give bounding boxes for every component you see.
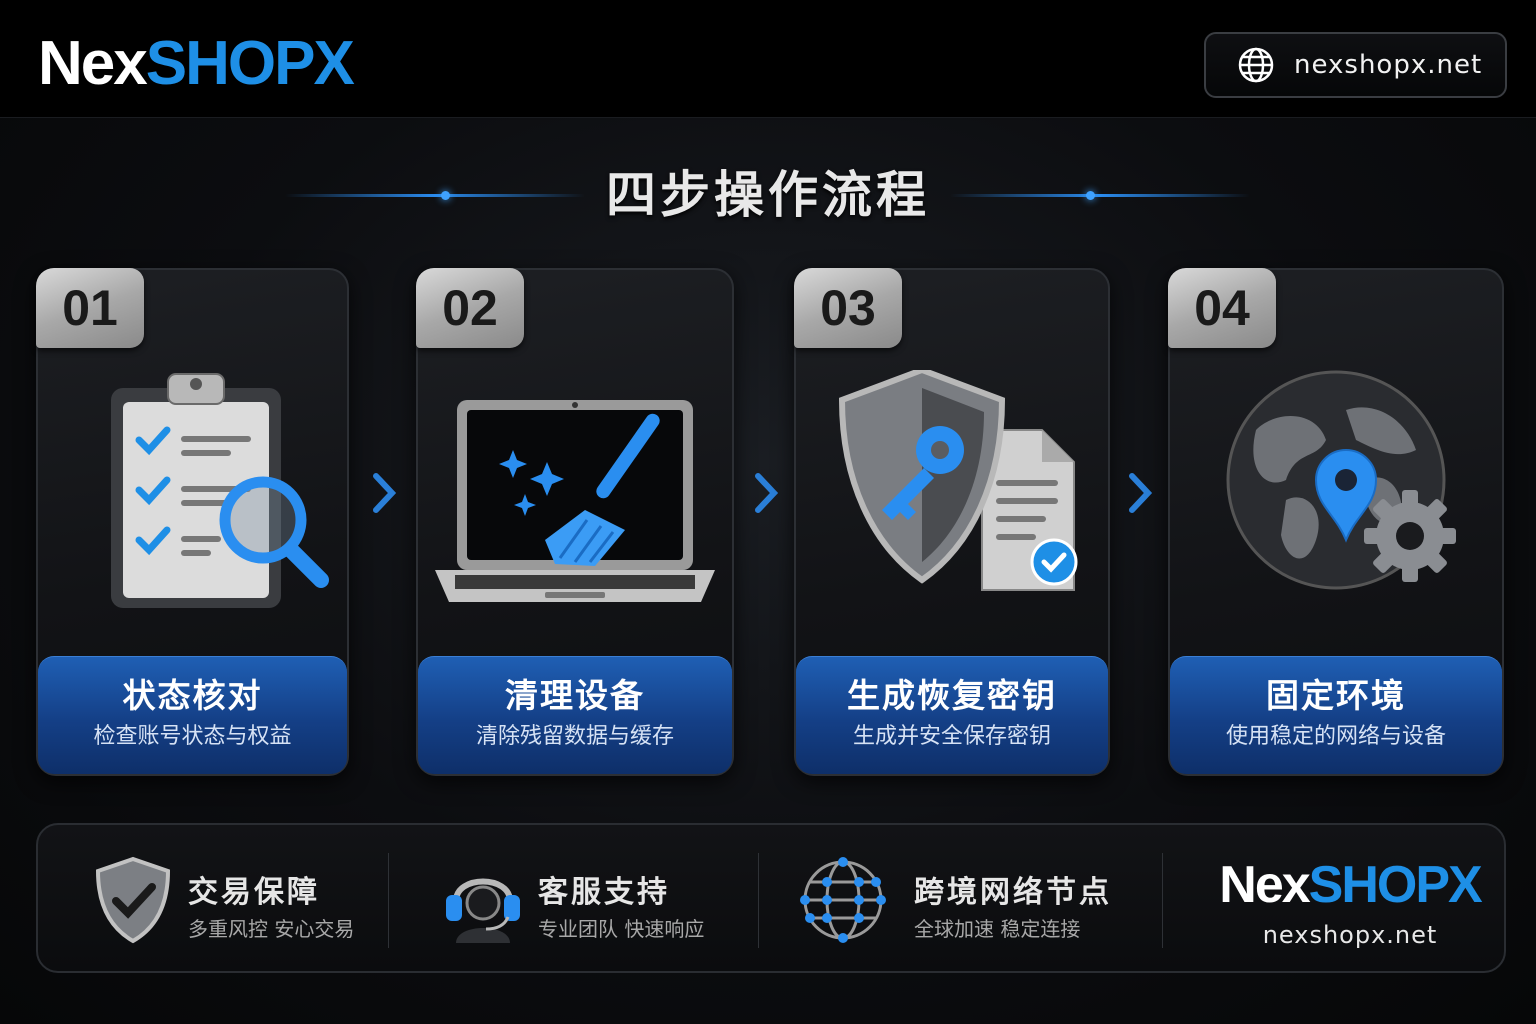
feature-subtitle: 多重风控 安心交易: [188, 917, 355, 941]
step-subtitle: 使用稳定的网络与设备: [1225, 724, 1446, 749]
divider: [758, 853, 759, 948]
page-title: 四步操作流程: [606, 166, 930, 224]
globe-pin-gear-icon: [1226, 370, 1456, 590]
feature-title: 跨境网络节点: [914, 875, 1112, 910]
feature-title: 交易保障: [188, 875, 320, 910]
feature-bar: 交易保障 多重风控 安心交易 客服支持 专业团队 快速响应 跨境网络节点 全球加…: [36, 823, 1506, 973]
step-number-badge: 01: [36, 268, 144, 348]
feature-item-trade[interactable]: 交易保障 多重风控 安心交易: [78, 825, 408, 975]
website-button[interactable]: nexshopx.net: [1204, 32, 1507, 98]
step-label: 状态核对 检查账号状态与权益: [38, 656, 347, 774]
feature-item-support[interactable]: 客服支持 专业团队 快速响应: [428, 825, 758, 975]
logo-text-shopx: SHOPX: [1308, 856, 1483, 914]
step-card-1[interactable]: 01 状态核对 检查账号状态与权益: [36, 268, 349, 776]
step-title: 清理设备: [505, 676, 645, 715]
feature-subtitle: 全球加速 稳定连接: [914, 917, 1081, 941]
network-globe-icon: [800, 857, 886, 943]
step-title: 生成恢复密钥: [847, 676, 1057, 715]
chevron-right-icon: [373, 473, 397, 513]
step-card-3[interactable]: 03 生成恢复密钥 生成并安全保存密钥: [794, 268, 1110, 776]
footer-brand-logo[interactable]: NexSHOPX: [1200, 855, 1500, 915]
step-number-badge: 02: [416, 268, 524, 348]
step-card-4[interactable]: 04 固定环境 使用稳定的网络与设备: [1168, 268, 1504, 776]
header: NexSHOPX nexshopx.net: [0, 0, 1536, 118]
brand-logo[interactable]: NexSHOPX: [38, 28, 355, 100]
shield-key-document-icon: [838, 370, 1078, 591]
step-label: 生成恢复密钥 生成并安全保存密钥: [796, 656, 1108, 774]
shield-check-icon: [95, 856, 171, 944]
laptop-broom-icon: [435, 400, 715, 602]
logo-text-nex: Nex: [1219, 856, 1310, 914]
chevron-right-icon: [1129, 473, 1153, 513]
divider: [388, 853, 389, 948]
divider: [1162, 853, 1163, 948]
step-subtitle: 检查账号状态与权益: [93, 724, 292, 749]
clipboard-checklist-magnifier-icon: [110, 373, 329, 608]
step-title: 状态核对: [122, 676, 263, 715]
headset-agent-icon: [446, 878, 520, 943]
step-number-badge: 04: [1168, 268, 1276, 348]
website-label: nexshopx.net: [1294, 50, 1483, 80]
logo-text-nex: Nex: [38, 29, 148, 98]
chevron-right-icon: [755, 473, 779, 513]
footer-website-link[interactable]: nexshopx.net: [1200, 921, 1500, 949]
feature-title: 客服支持: [538, 875, 670, 910]
step-label: 固定环境 使用稳定的网络与设备: [1170, 656, 1502, 774]
feature-subtitle: 专业团队 快速响应: [538, 917, 705, 941]
section-title-area: 四步操作流程: [0, 160, 1536, 230]
step-label: 清理设备 清除残留数据与缓存: [418, 656, 732, 774]
logo-text-shopx: SHOPX: [145, 29, 355, 98]
feature-item-network[interactable]: 跨境网络节点 全球加速 稳定连接: [798, 825, 1158, 975]
step-title: 固定环境: [1266, 676, 1406, 715]
globe-icon: [1238, 47, 1274, 83]
step-number-badge: 03: [794, 268, 902, 348]
step-subtitle: 生成并安全保存密钥: [852, 724, 1051, 749]
step-card-2[interactable]: 02 清理设备 清除残留数据与缓存: [416, 268, 734, 776]
step-subtitle: 清除残留数据与缓存: [475, 724, 674, 749]
